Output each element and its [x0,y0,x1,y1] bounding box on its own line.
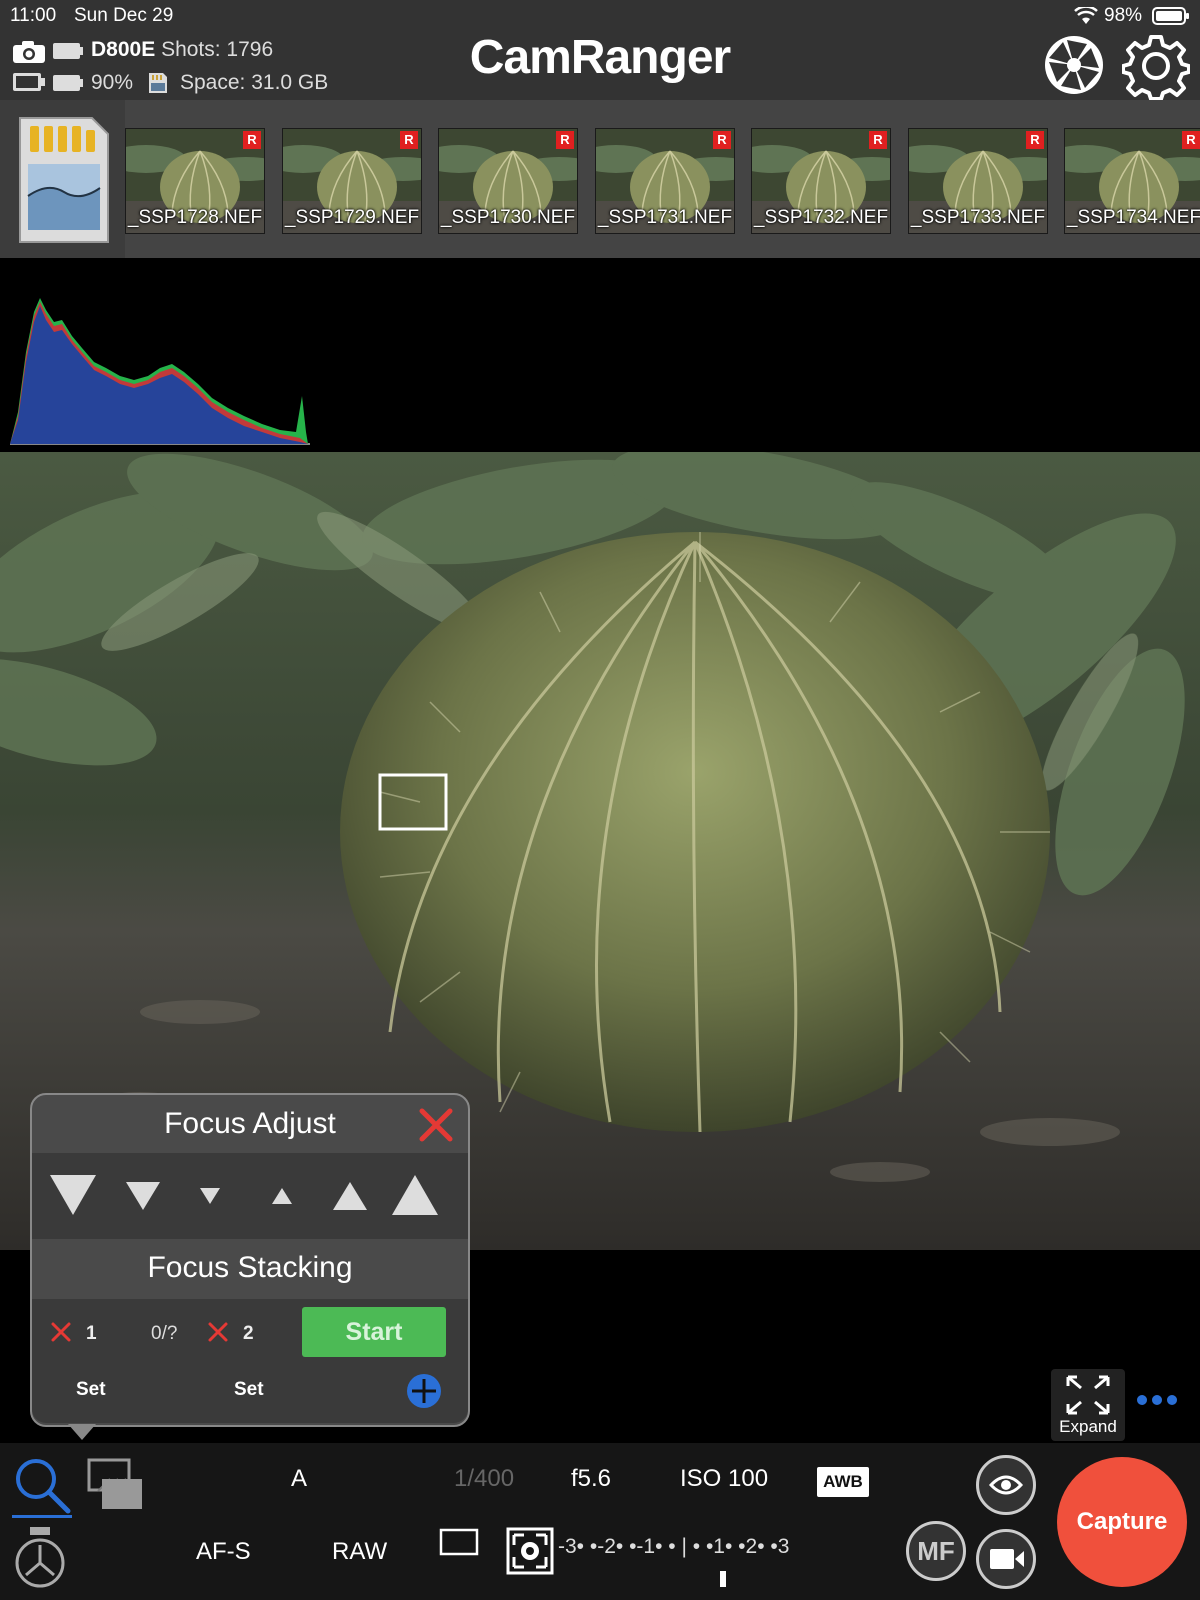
thumbnail-filename: _SSP1734.NEF [1066,207,1200,228]
app-title: CamRanger [469,31,731,84]
focus-adjust-controls [32,1153,468,1239]
capture-button[interactable]: Capture [1057,1457,1187,1587]
exposure-scale: -3• •-2• •-1• • | • •1• •2• •3 [558,1535,790,1558]
start-button[interactable]: Start [302,1307,446,1357]
expand-button[interactable]: Expand [1051,1369,1125,1441]
camera-battery-icon [52,42,84,60]
drive-mode-icon[interactable] [439,1528,479,1556]
raw-badge: R [713,131,731,149]
set-point-1-button[interactable]: Set [76,1379,106,1401]
thumbnail-filename: _SSP1728.NEF [127,207,263,228]
stack-progress: 0/? [151,1323,178,1344]
raw-badge: R [556,131,574,149]
metering-icon[interactable] [506,1527,554,1575]
battery-level-icon [52,74,84,92]
focus-adjust-title: Focus Adjust [164,1107,336,1140]
point-1-label: 1 [86,1323,97,1344]
focus-near-medium-icon[interactable] [124,1180,162,1212]
timer-icon[interactable] [12,1525,68,1589]
image-format[interactable]: RAW [332,1538,387,1566]
add-icon[interactable] [406,1373,442,1409]
aperture-value[interactable]: f5.6 [571,1465,611,1493]
mf-button[interactable]: MF [906,1521,966,1581]
thumbnail[interactable]: R _SSP1730.NEF [438,128,578,234]
thumbnail[interactable]: R _SSP1733.NEF [908,128,1048,234]
more-options-icon[interactable] [1136,1393,1178,1407]
focus-stacking-title: Focus Stacking [147,1251,353,1284]
close-icon[interactable] [418,1107,454,1143]
exposure-mode[interactable]: A [291,1465,307,1493]
thumbnail-filename: _SSP1729.NEF [284,207,420,228]
settings-gear-icon[interactable] [1122,32,1190,100]
magnify-icon[interactable] [12,1455,72,1519]
shutter-speed[interactable]: 1/400 [454,1465,514,1493]
expand-label: Expand [1059,1417,1117,1436]
raw-badge: R [400,131,418,149]
focus-far-medium-icon[interactable] [331,1180,369,1212]
card-space: Space: 31.0 GB [180,71,329,94]
focus-far-small-icon[interactable] [270,1186,294,1206]
thumbnail-filename: _SSP1731.NEF [597,207,733,228]
video-camera-icon [989,1547,1025,1571]
battery-level: 90% [91,71,134,94]
expand-icon [1065,1374,1111,1416]
raw-badge: R [1026,131,1044,149]
camera-icon [12,40,46,64]
focus-near-small-icon[interactable] [198,1186,222,1206]
af-mode[interactable]: AF-S [196,1538,251,1566]
thumbnail[interactable]: R _SSP1734.NEF [1064,128,1200,234]
point-1-clear-icon[interactable] [50,1321,72,1343]
wifi-icon [1074,7,1098,25]
popover-pointer [68,1424,96,1440]
raw-badge: R [869,131,887,149]
thumbnail-filename: _SSP1733.NEF [910,207,1046,228]
focus-stacking-controls: 1 0/? 2 Start Set Set [32,1299,468,1423]
raw-badge: R [1182,131,1200,149]
sd-card-icon [146,71,170,95]
camera-model: D800E [91,38,156,61]
raw-badge: R [243,131,261,149]
point-2-label: 2 [243,1323,254,1344]
liveview-toggle-button[interactable] [976,1455,1036,1515]
thumbnail[interactable]: R _SSP1732.NEF [751,128,891,234]
thumbnail[interactable]: R _SSP1728.NEF [125,128,265,234]
status-time: 11:00 [10,5,57,26]
aperture-icon[interactable] [1043,34,1105,96]
video-button[interactable] [976,1529,1036,1589]
focus-near-large-icon[interactable] [48,1173,98,1217]
shots-count: Shots: 1796 [161,38,274,61]
thumbnail[interactable]: R _SSP1729.NEF [282,128,422,234]
histogram [10,292,310,448]
top-bar: 11:00 Sun Dec 29 98% D800E Shots: 1796 9… [0,0,1200,100]
focus-far-large-icon[interactable] [390,1173,440,1217]
iso-value[interactable]: ISO 100 [680,1465,768,1493]
set-point-2-button[interactable]: Set [234,1379,264,1401]
white-balance[interactable]: AWB [817,1467,869,1497]
memory-card-icon[interactable] [18,116,110,244]
bottom-toolbar: A 1/400 f5.6 ISO 100 AWB AF-S RAW -3• •-… [0,1443,1200,1600]
point-2-clear-icon[interactable] [207,1321,229,1343]
thumbnail-filename: _SSP1732.NEF [753,207,889,228]
focus-panel: Focus Adjust Focus Stacking 1 0/? 2 Star… [30,1093,470,1427]
thumbnail-filename: _SSP1730.NEF [440,207,576,228]
battery-grip-icon [12,72,46,94]
status-date: Sun Dec 29 [74,5,174,26]
battery-percent: 98% [1104,5,1143,26]
eye-icon [989,1473,1023,1497]
exposure-indicator [720,1571,726,1587]
battery-icon [1152,7,1190,25]
thumbnail[interactable]: R _SSP1731.NEF [595,128,735,234]
overlay-icon[interactable] [86,1457,146,1513]
